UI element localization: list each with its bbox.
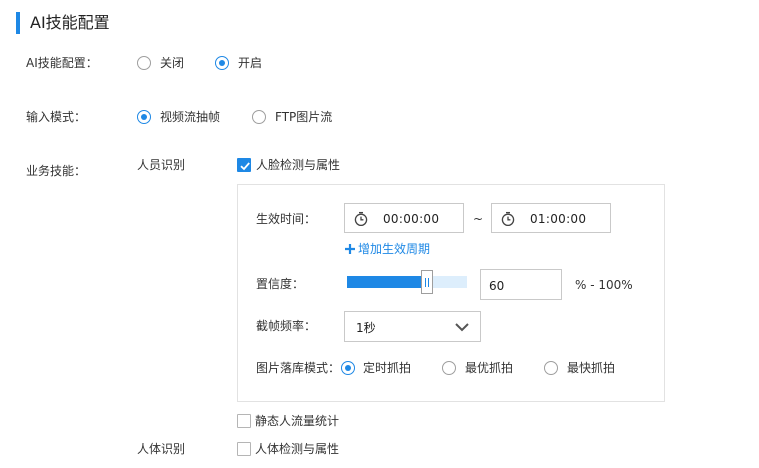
confidence-value: 60 xyxy=(489,279,505,293)
ai-config-on-radio[interactable] xyxy=(215,56,229,70)
static-flow-option[interactable]: 静态人流量统计 xyxy=(237,413,347,429)
storage-mode-fastest-label: 最快抓拍 xyxy=(567,361,616,375)
add-period-link[interactable]: 增加生效周期 xyxy=(344,241,444,257)
ai-config-off-option[interactable]: 关闭 xyxy=(137,55,197,71)
frame-rate-select[interactable]: 1秒 xyxy=(344,311,481,342)
storage-mode-timed-option[interactable]: 定时抓拍 xyxy=(341,360,421,376)
input-mode-ftp-radio[interactable] xyxy=(252,110,266,124)
start-time-input[interactable]: 00:00:00 xyxy=(344,203,464,233)
confidence-label: 置信度： xyxy=(256,277,305,291)
time-range-separator: ~ xyxy=(473,212,484,226)
confidence-slider-handle[interactable] xyxy=(421,270,433,294)
storage-mode-best-radio[interactable] xyxy=(442,361,456,375)
chevron-down-icon xyxy=(454,321,470,336)
start-time-value: 00:00:00 xyxy=(383,212,440,226)
end-time-value: 01:00:00 xyxy=(530,212,587,226)
static-flow-checkbox[interactable] xyxy=(237,414,251,428)
effective-time-label: 生效时间： xyxy=(256,212,317,226)
confidence-input[interactable]: 60 xyxy=(480,269,562,300)
storage-mode-fastest-radio[interactable] xyxy=(544,361,558,375)
input-mode-label: 输入模式： xyxy=(26,110,87,124)
storage-mode-best-option[interactable]: 最优抓拍 xyxy=(442,360,522,376)
checkmark-icon xyxy=(240,162,250,171)
body-recognition-label: 人体识别 xyxy=(137,442,186,456)
storage-mode-best-label: 最优抓拍 xyxy=(465,361,514,375)
person-recognition-label: 人员识别 xyxy=(137,158,186,172)
face-detection-checkbox[interactable] xyxy=(237,158,251,172)
business-skill-label: 业务技能： xyxy=(26,164,87,178)
input-mode-ftp-label: FTP图片流 xyxy=(275,110,333,124)
input-mode-video-radio[interactable] xyxy=(137,110,151,124)
face-detection-option[interactable]: 人脸检测与属性 xyxy=(237,157,352,173)
storage-mode-timed-label: 定时抓拍 xyxy=(363,361,412,375)
input-mode-video-option[interactable]: 视频流抽帧 xyxy=(137,109,232,125)
face-detection-label: 人脸检测与属性 xyxy=(256,158,341,172)
ai-config-label: AI技能配置： xyxy=(26,56,98,70)
section-accent-bar xyxy=(16,12,20,34)
storage-mode-label: 图片落库模式： xyxy=(256,361,341,375)
add-period-label: 增加生效周期 xyxy=(358,242,431,256)
clock-icon xyxy=(500,211,516,230)
input-mode-video-label: 视频流抽帧 xyxy=(160,110,221,124)
ai-config-off-label: 关闭 xyxy=(160,56,185,70)
static-flow-label: 静态人流量统计 xyxy=(255,414,340,428)
ai-config-on-option[interactable]: 开启 xyxy=(215,55,275,71)
input-mode-ftp-option[interactable]: FTP图片流 xyxy=(252,109,342,125)
body-detection-option[interactable]: 人体检测与属性 xyxy=(237,441,347,457)
ai-config-off-radio[interactable] xyxy=(137,56,151,70)
storage-mode-fastest-option[interactable]: 最快抓拍 xyxy=(544,360,624,376)
section-title: AI技能配置 xyxy=(30,13,110,32)
confidence-suffix: % - 100% xyxy=(575,278,633,292)
storage-mode-timed-radio[interactable] xyxy=(341,361,355,375)
frame-rate-label: 截帧频率： xyxy=(256,319,317,333)
clock-icon xyxy=(353,211,369,230)
body-detection-label: 人体检测与属性 xyxy=(255,442,340,456)
end-time-input[interactable]: 01:00:00 xyxy=(491,203,611,233)
frame-rate-value: 1秒 xyxy=(356,321,376,335)
ai-config-on-label: 开启 xyxy=(238,56,263,70)
plus-icon xyxy=(344,243,356,258)
body-detection-checkbox[interactable] xyxy=(237,442,251,456)
confidence-slider-fill xyxy=(347,276,423,288)
